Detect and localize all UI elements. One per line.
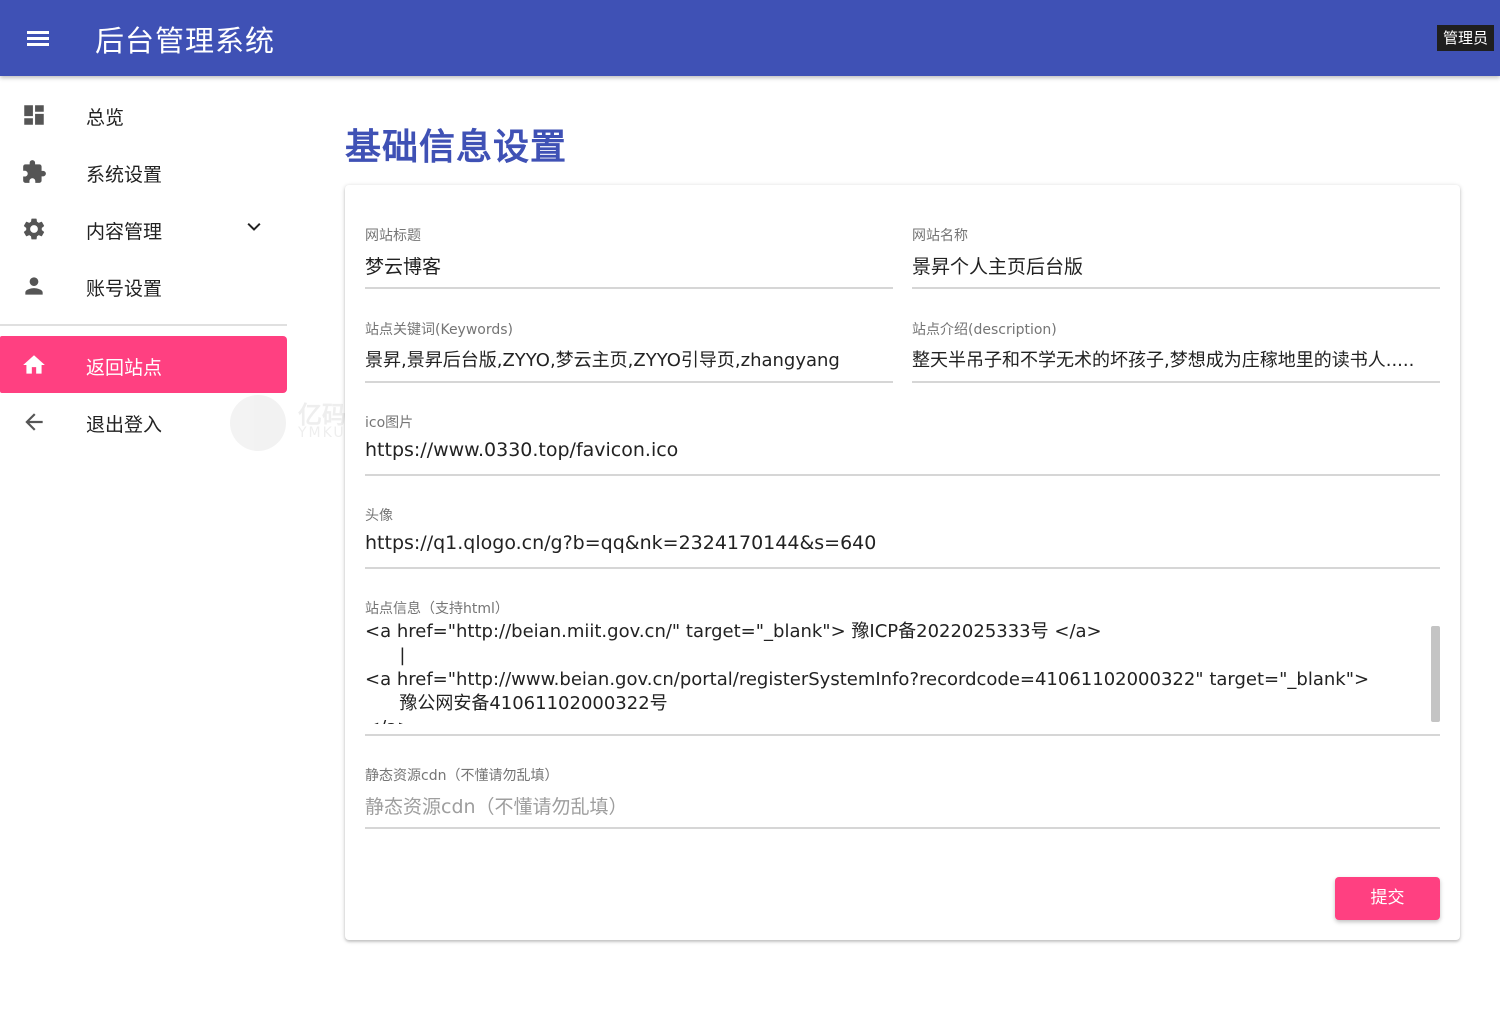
input-underline [365,381,893,383]
textarea-scrollbar[interactable] [1431,626,1440,722]
settings-form-card: 网站标题 梦云博客 网站名称 景昇个人主页后台版 站点关键词(Keywords)… [345,185,1460,940]
input-underline [365,734,1440,736]
site-title-label: 网站标题 [365,228,421,244]
app-title: 后台管理系统 [95,24,276,58]
home-icon [23,355,45,374]
sidebar-item-label: 内容管理 [86,221,163,243]
site-name-input[interactable]: 景昇个人主页后台版 [912,252,1083,279]
description-input[interactable]: 整天半吊子和不学无术的坏孩子,梦想成为庄稼地里的读书人..... [912,346,1440,372]
sidebar-item-label: 退出登入 [86,414,163,436]
input-underline [912,381,1440,383]
ico-label: ico图片 [365,415,414,431]
sidebar-item-label: 总览 [86,107,125,129]
textarea-line: <a href="http://www.beian.gov.cn/portal/… [365,669,1370,690]
input-underline [365,567,1440,569]
textarea-line: <a href="http://beian.miit.gov.cn/" targ… [365,621,1102,642]
sidebar-item-back-to-site[interactable]: 返回站点 [0,336,287,393]
ico-field[interactable]: ico图片 https://www.0330.top/favicon.ico [365,412,1440,476]
submit-button[interactable]: 提交 [1335,877,1440,920]
arrow-left-icon [25,413,43,431]
cdn-label: 静态资源cdn（不懂请勿乱填） [365,768,559,784]
keywords-input[interactable]: 景昇,景昇后台版,ZYYO,梦云主页,ZYYO引导页,zhangyang [365,346,893,372]
input-underline [912,287,1440,289]
keywords-label: 站点关键词(Keywords) [365,322,514,338]
sidebar-item-overview[interactable]: 总览 [0,86,287,143]
cdn-field[interactable]: 静态资源cdn（不懂请勿乱填） 静态资源cdn（不懂请勿乱填） [365,765,1440,829]
description-label: 站点介绍(description) [912,322,1057,338]
textarea-line: | [365,645,406,666]
app-header: 后台管理系统 管理员 [0,0,1500,76]
ico-input[interactable]: https://www.0330.top/favicon.ico [365,439,678,461]
sidebar-divider [0,324,287,326]
chevron-down-icon[interactable] [244,217,264,237]
dashboard-icon [24,105,44,125]
site-title-field[interactable]: 网站标题 梦云博客 [365,225,893,289]
keywords-field[interactable]: 站点关键词(Keywords) 景昇,景昇后台版,ZYYO,梦云主页,ZYYO引… [365,319,893,383]
sidebar-item-logout[interactable]: 退出登入 [0,393,287,450]
avatar-input[interactable]: https://q1.qlogo.cn/g?b=qq&nk=2324170144… [365,532,876,554]
description-field[interactable]: 站点介绍(description) 整天半吊子和不学无术的坏孩子,梦想成为庄稼地… [912,319,1440,383]
hamburger-menu-icon[interactable] [18,20,58,56]
input-underline [365,474,1440,476]
person-icon [25,277,43,295]
puzzle-icon [23,160,46,183]
sidebar: 总览 系统设置 内容管理 账号设置 返回站点 退出登入 [0,76,287,1025]
sidebar-item-system-settings[interactable]: 系统设置 [0,143,287,200]
site-name-label: 网站名称 [912,228,968,244]
site-info-field[interactable]: 站点信息（支持html） <a href="http://beian.miit.… [365,598,1440,736]
avatar-field[interactable]: 头像 https://q1.qlogo.cn/g?b=qq&nk=2324170… [365,505,1440,569]
textarea-line: </a> [365,716,1440,724]
page-title: 基础信息设置 [345,127,568,168]
sidebar-item-label: 返回站点 [86,357,163,379]
site-title-input[interactable]: 梦云博客 [365,252,441,279]
site-info-textarea[interactable]: <a href="http://beian.miit.gov.cn/" targ… [365,620,1440,724]
input-underline [365,287,893,289]
site-name-field[interactable]: 网站名称 景昇个人主页后台版 [912,225,1440,289]
gear-icon [23,218,45,240]
input-underline [365,827,1440,829]
sidebar-item-content-management[interactable]: 内容管理 [0,200,287,257]
textarea-line: 豫公网安备41061102000322号 [365,693,668,714]
sidebar-item-label: 系统设置 [86,164,163,186]
sidebar-item-account-settings[interactable]: 账号设置 [0,257,287,314]
avatar-label: 头像 [365,508,393,524]
cdn-input[interactable]: 静态资源cdn（不懂请勿乱填） [365,792,628,819]
sidebar-item-label: 账号设置 [86,278,163,300]
role-badge[interactable]: 管理员 [1437,25,1495,51]
site-info-label: 站点信息（支持html） [365,601,509,617]
